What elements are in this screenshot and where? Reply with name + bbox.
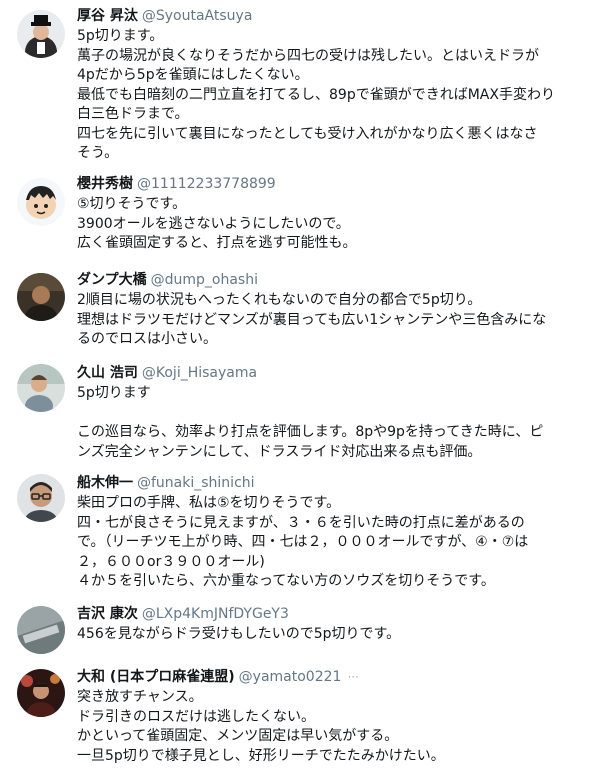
author-handle[interactable]: @funaki_shinichi (137, 475, 255, 491)
post-line: 4pだから5pを雀頭にはしたくない。 (77, 67, 309, 83)
post-line: で。（リーチツモ上がり時、四・七は２，０００オールですが、④・⑦は (77, 534, 529, 550)
post-line: 広く雀頭固定すると、打点を逃す可能性も。 (77, 235, 357, 251)
post-line: 萬子の場況が良くなりそうだから四七の受けは残したい。とはいえドラが (77, 47, 539, 64)
post-header: 厚谷 昇汰 @SyoutaAtsuya (77, 7, 252, 25)
post-line: 理想はドラツモだけどマンズが裏目っても広い1シャンテンや三色含みにな (77, 311, 547, 328)
avatar-man-hat-icon (17, 10, 65, 58)
post-text: 456を見ながらドラ受けもしたいので5p切りです。 (77, 625, 589, 645)
post-line: 一旦5p切りで様子見とし、好形リーチでたたみかけたい。 (77, 747, 445, 764)
author-name[interactable]: 厚谷 昇汰 (77, 8, 138, 24)
post-header: ダンプ大橋 @dump_ohashi (77, 271, 258, 289)
post-text: ⑤切りそうです。 3900オールを逃さないようにしたいので。 広く雀頭固定すると… (77, 195, 589, 254)
avatar-light-photo-icon (17, 364, 65, 412)
post-line: るのでロスは小さい。 (77, 331, 217, 347)
post-line: 3900オールを逃さないようにしたいので。 (77, 215, 350, 232)
post-text: 柴田プロの手牌、私は⑤を切りそうです。 四・七が良さそうに見えますが、３・６を引… (77, 494, 589, 592)
post-line: 四・七が良さそうに見えますが、３・６を引いた時の打点に差があるの (77, 514, 525, 531)
post-line: ２，６００or３９００オール) (77, 553, 265, 570)
post-header: 櫻井秀樹 @11112233778899 (77, 175, 276, 193)
post-line: ４か５を引いたら、六か重なってない方のソウズを切りそうです。 (77, 573, 495, 589)
author-handle[interactable]: @11112233778899 (137, 176, 276, 192)
post-line: 四七を先に引いて裏目になったとしても受け入れがかなり広く悪くはなさ (77, 125, 538, 142)
post-line: 突き放すチャンス。 (77, 689, 203, 705)
post-text: 5p切ります この巡目なら、効率より打点を評価します。8pや9pを持ってきた時に… (77, 384, 589, 462)
author-handle[interactable]: @SyoutaAtsuya (142, 8, 253, 24)
author-name[interactable]: ダンプ大橋 (77, 272, 147, 288)
author-handle[interactable]: @Koji_Hisayama (142, 365, 257, 381)
avatar[interactable] (17, 606, 65, 654)
author-name[interactable]: 櫻井秀樹 (77, 176, 133, 192)
post-header: 船木伸一 @funaki_shinichi (77, 474, 255, 492)
avatar-table-icon (17, 606, 65, 654)
avatar[interactable] (17, 669, 65, 717)
post-text: 突き放すチャンス。 ドラ引きのロスだけは逃したくない。 かといって雀頭固定、メン… (77, 688, 589, 766)
post-line: 最低でも白暗刻の二門立直を打てるし、89pで雀頭ができればMAX手変わり (77, 86, 555, 103)
author-name[interactable]: 久山 浩司 (77, 365, 138, 381)
author-handle[interactable]: @yamato0221 (239, 669, 342, 685)
avatar-dark-photo-icon (17, 273, 65, 321)
author-name[interactable]: 大和 (日本プロ麻雀連盟) (77, 669, 235, 685)
post-line: 456を見ながらドラ受けもしたいので5p切りです。 (77, 626, 401, 642)
post-line: 白三色ドラまで。 (77, 106, 189, 122)
post-text: 5p切ります。 萬子の場況が良くなりそうだから四七の受けは残したい。とはいえドラ… (77, 27, 589, 164)
avatar[interactable] (17, 10, 65, 58)
avatar[interactable] (17, 178, 65, 226)
author-handle[interactable]: @LXp4KmJNfDYGeY3 (142, 606, 289, 622)
post-line: この巡目なら、効率より打点を評価します。8pや9pを持ってきた時に、ピ (77, 424, 544, 440)
post-line: 5p切ります。 (77, 28, 164, 44)
post-line: 2順目に場の状況もへったくれもないので自分の都合で5p切り。 (77, 292, 482, 308)
avatar[interactable] (17, 474, 65, 522)
post-header: 大和 (日本プロ麻雀連盟) @yamato0221 ··· (77, 668, 359, 686)
post-line: そう。 (77, 145, 119, 161)
avatar-stage-icon (17, 669, 65, 717)
author-name[interactable]: 吉沢 康次 (77, 606, 138, 622)
post-line: ⑤切りそうです。 (77, 196, 187, 212)
post-line: 柴田プロの手牌、私は⑤を切りそうです。 (77, 495, 341, 511)
avatar-glasses-icon (17, 474, 65, 522)
avatar[interactable] (17, 364, 65, 412)
post-line: かといって雀頭固定、メンツ固定は早い気がする。 (77, 728, 399, 744)
post-header: 久山 浩司 @Koji_Hisayama (77, 364, 257, 382)
post-line: 5p切ります (77, 385, 151, 401)
avatar-cartoon-icon (17, 178, 65, 226)
avatar[interactable] (17, 273, 65, 321)
post-header: 吉沢 康次 @LXp4KmJNfDYGeY3 (77, 605, 289, 623)
post-line (77, 404, 589, 424)
author-handle[interactable]: @dump_ohashi (151, 272, 258, 288)
post-text: 2順目に場の状況もへったくれもないので自分の都合で5p切り。 理想はドラツモだけ… (77, 291, 589, 350)
post-line: ンズ完全シャンテンにして、ドラスライド対応出来る点も評価。 (77, 443, 482, 460)
more-options-icon[interactable]: ··· (347, 670, 358, 684)
post-line: ドラ引きのロスだけは逃したくない。 (77, 708, 315, 725)
author-name[interactable]: 船木伸一 (77, 475, 133, 491)
